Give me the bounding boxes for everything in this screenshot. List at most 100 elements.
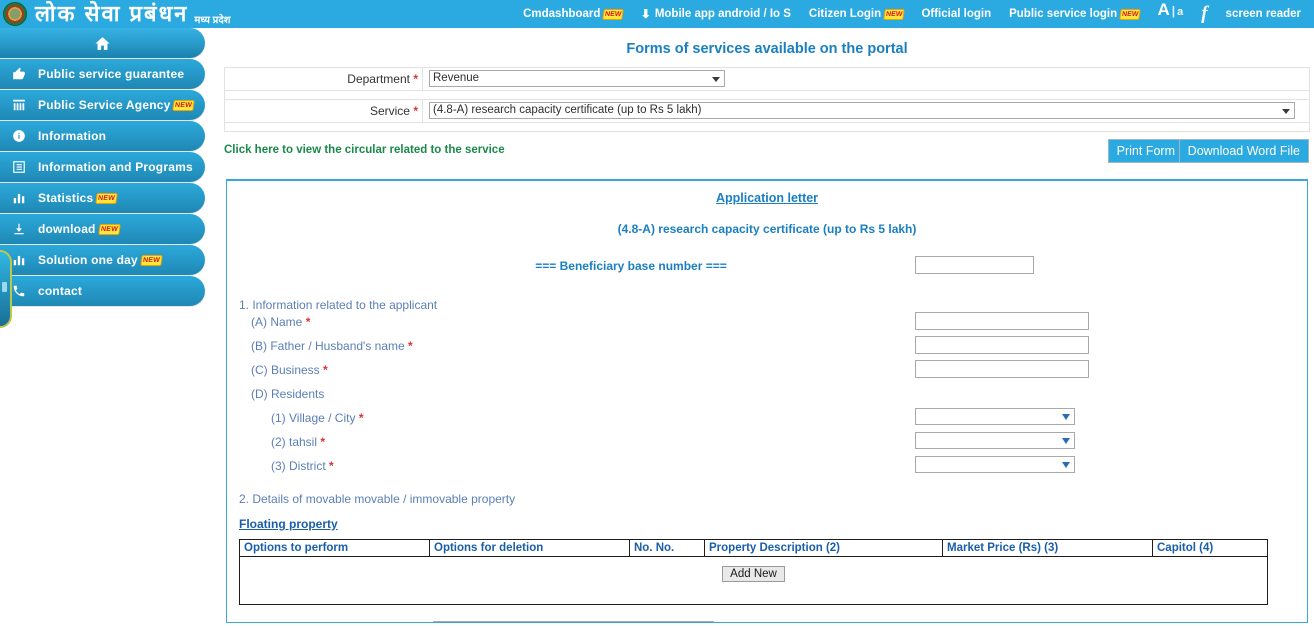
residents-label-text: (D) Residents [251,387,324,401]
download-icon: ⬇ [641,7,651,21]
page-title: Forms of services available on the porta… [220,28,1314,67]
header-nav: Cmdashboard NEW ⬇ Mobile app android / I… [514,0,1314,28]
village-city-label: (1) Village / City * [271,411,364,425]
business-input[interactable] [915,360,1089,378]
department-label-cell: Department * [225,68,423,91]
nav-mobile-app[interactable]: ⬇ Mobile app android / Io S [632,0,800,28]
property-description-row: Property Description (2) * [227,613,1307,623]
main-content: Forms of services available on the porta… [220,28,1314,628]
field-row-name: (A) Name * [227,312,1307,336]
beneficiary-base-number-input[interactable] [915,256,1034,274]
section2-heading: 2. Details of movable movable / immovabl… [227,492,1307,506]
service-selector-table: Department * Revenue Service * (4.8-A) r… [224,67,1310,132]
sidebar-item-download[interactable]: download NEW [0,214,205,244]
info-icon [0,129,38,144]
district-dropdown[interactable] [915,456,1075,473]
application-letter-title[interactable]: Application letter [227,181,1307,205]
department-dropdown[interactable]: Revenue [429,70,725,87]
sidebar-item-information-and-programs[interactable]: Information and Programs [0,152,205,182]
field-row-tahsil: (2) tahsil * [227,432,1307,456]
field-row-business: (C) Business * [227,360,1307,384]
nav-citizen-login-label: Citizen Login [809,8,881,20]
name-label-text: (A) Name [251,315,302,329]
font-size-large-label[interactable]: A [1157,0,1169,20]
sidebar-item-home[interactable] [0,28,205,58]
service-field-cell: (4.8-A) research capacity certificate (u… [423,100,1310,123]
sidebar-item-statistics[interactable]: Statistics NEW [0,183,205,213]
application-form-panel: Application letter (4.8-A) research capa… [226,179,1308,623]
father-husband-name-input[interactable] [915,336,1089,354]
nav-official-login[interactable]: Official login [912,0,1000,28]
list-icon [0,160,38,175]
selector-spacer-row [225,91,1310,100]
column-header-no-no: No. No. [630,540,705,557]
sidebar-item-public-service-agency[interactable]: Public Service Agency NEW [0,90,205,120]
column-header-market-price: Market Price (Rs) (3) [943,540,1153,557]
nav-public-service-login-label: Public service login [1009,8,1117,20]
column-header-options-for-deletion: Options for deletion [430,540,630,557]
add-new-button[interactable]: Add New [722,566,785,582]
section1-heading: 1. Information related to the applicant [227,298,1307,312]
sidebar-item-contact[interactable]: contact [0,276,205,306]
font-size-control[interactable]: A | a [1148,0,1192,28]
service-label-cell: Service * [225,100,423,123]
field-row-residents: (D) Residents [227,384,1307,408]
nav-public-service-login[interactable]: Public service login NEW [1000,0,1148,28]
new-badge-icon: NEW [174,101,194,110]
font-size-small-label[interactable]: a [1177,6,1183,18]
nav-official-login-label: Official login [921,8,991,20]
new-badge-icon: NEW [604,10,624,19]
sidebar-label-text: Public Service Agency [38,98,170,112]
service-label: Service [370,104,410,118]
sidebar-item-public-service-agency-label: Public Service Agency NEW [38,98,193,112]
required-marker: * [413,72,418,86]
sidebar-item-information-label: Information [38,129,106,143]
required-marker: * [323,363,328,377]
sidebar-floating-tab[interactable] [0,250,12,328]
print-form-button[interactable]: Print Form [1108,139,1184,163]
service-dropdown[interactable]: (4.8-A) research capacity certificate (u… [429,102,1295,119]
sidebar-item-public-service-guarantee-label: Public service guarantee [38,67,184,81]
download-word-file-button[interactable]: Download Word File [1179,139,1309,163]
table-add-row: Add New [240,557,1268,605]
facebook-link[interactable]: f [1192,0,1216,28]
sidebar-item-contact-label: contact [38,284,82,298]
column-header-capitol: Capitol (4) [1153,540,1268,557]
font-size-separator: | [1172,4,1175,18]
name-input[interactable] [915,312,1089,330]
brand-subtitle: मध्य प्रदेश [194,12,230,28]
home-icon [84,35,122,52]
nav-mobile-app-label: Mobile app android / Io S [655,8,791,20]
sidebar-item-public-service-guarantee[interactable]: Public service guarantee [0,59,205,89]
sidebar-label-text: Information [38,129,106,143]
residents-label: (D) Residents [251,387,324,401]
sidebar-label-text: Solution one day [38,253,138,267]
village-city-label-text: (1) Village / City [271,411,355,425]
sidebar-item-information[interactable]: Information [0,121,205,151]
sidebar-item-download-label: download NEW [38,222,119,236]
sidebar-item-solution-one-day-label: Solution one day NEW [38,253,161,267]
download-icon [0,222,38,237]
tahsil-dropdown[interactable] [915,432,1075,449]
business-label: (C) Business * [251,363,328,377]
sidebar-label-text: contact [38,284,82,298]
service-heading: (4.8-A) research capacity certificate (u… [227,205,1307,236]
nav-cmdashboard[interactable]: Cmdashboard NEW [514,0,632,28]
department-label: Department [347,72,410,86]
screen-reader-link[interactable]: screen reader [1217,0,1310,28]
sidebar: Public service guarantee Public Service … [0,28,220,628]
circular-link[interactable]: Click here to view the circular related … [224,144,505,156]
property-table: Options to perform Options for deletion … [239,539,1268,605]
thumbs-up-icon [0,67,38,82]
sidebar-item-solution-one-day[interactable]: Solution one day NEW [0,245,205,275]
tahsil-label: (2) tahsil * [271,435,325,449]
required-marker: * [413,104,418,118]
nav-citizen-login[interactable]: Citizen Login NEW [800,0,913,28]
village-city-dropdown[interactable] [915,408,1075,425]
required-marker: * [306,315,311,329]
top-header-bar: लोक सेवा प्रबंधन मध्य प्रदेश Cmdashboard… [0,0,1314,28]
property-description-textarea[interactable] [433,621,714,623]
sidebar-label-text: Public service guarantee [38,67,184,81]
required-marker: * [408,339,413,353]
floating-property-link[interactable]: Floating property [227,517,338,531]
